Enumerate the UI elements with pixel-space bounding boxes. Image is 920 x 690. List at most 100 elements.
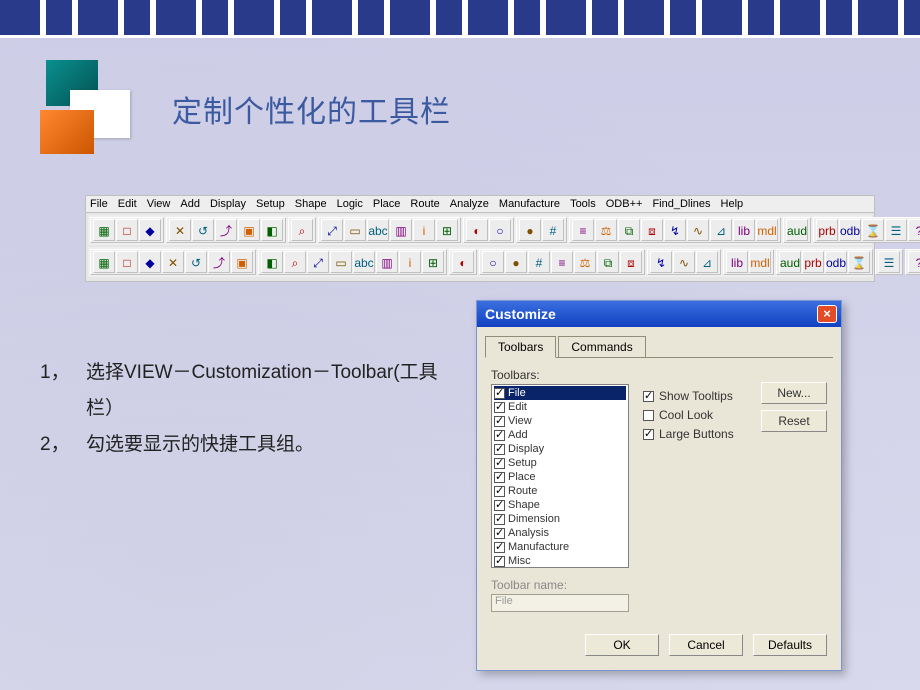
toolbar-list-item[interactable]: Manufacture — [494, 540, 626, 554]
toolbar-button[interactable]: ↯ — [664, 219, 686, 241]
toolbar-button[interactable]: ▭ — [344, 219, 366, 241]
toolbar-name-input[interactable]: File — [491, 594, 629, 612]
dialog-titlebar[interactable]: Customize × — [477, 301, 841, 327]
toolbar-button[interactable]: ⌕ — [291, 219, 313, 241]
checkbox-icon[interactable] — [494, 416, 505, 427]
tab-commands[interactable]: Commands — [558, 336, 645, 358]
menu-manufacture[interactable]: Manufacture — [499, 198, 560, 210]
checkbox-icon[interactable] — [643, 410, 654, 421]
toolbar-button[interactable]: ▦ — [93, 219, 115, 241]
toolbar-button[interactable]: ↺ — [192, 219, 214, 241]
toolbar-button[interactable]: ◧ — [261, 251, 283, 273]
toolbar-list-item[interactable]: Place — [494, 470, 626, 484]
opt-cool-look[interactable]: Cool Look — [643, 408, 743, 422]
toolbar-button[interactable]: ○ — [482, 251, 504, 273]
toolbar-button[interactable]: abc — [353, 251, 375, 273]
checkbox-icon[interactable] — [494, 528, 505, 539]
menu-place[interactable]: Place — [373, 198, 401, 210]
toolbar-button[interactable]: ▦ — [93, 251, 115, 273]
menu-analyze[interactable]: Analyze — [450, 198, 489, 210]
checkbox-icon[interactable] — [494, 472, 505, 483]
toolbar-list-item[interactable]: Shape — [494, 498, 626, 512]
toolbar-button[interactable]: odb — [825, 251, 847, 273]
toolbar-button[interactable]: ⤢ — [307, 251, 329, 273]
toolbar-button[interactable]: ▥ — [376, 251, 398, 273]
checkbox-icon[interactable] — [494, 388, 505, 399]
toolbar-list-item[interactable]: File — [494, 386, 626, 400]
toolbar-button[interactable]: aud — [779, 251, 801, 273]
checkbox-icon[interactable] — [494, 556, 505, 567]
toolbar-list-item[interactable]: Display — [494, 442, 626, 456]
toolbar-button[interactable]: i — [399, 251, 421, 273]
menu-shape[interactable]: Shape — [295, 198, 327, 210]
toolbar-button[interactable]: ◆ — [139, 219, 161, 241]
opt-large-buttons[interactable]: Large Buttons — [643, 427, 743, 441]
ok-button[interactable]: OK — [585, 634, 659, 656]
toolbars-listbox[interactable]: FileEditViewAddDisplaySetupPlaceRouteSha… — [491, 384, 629, 568]
toolbar-button[interactable]: ▥ — [390, 219, 412, 241]
checkbox-icon[interactable] — [494, 402, 505, 413]
toolbar-button[interactable]: ? — [908, 251, 920, 273]
toolbar-button[interactable]: lib — [726, 251, 748, 273]
toolbar-button[interactable]: ≡ — [551, 251, 573, 273]
toolbar-button[interactable]: ☰ — [885, 219, 907, 241]
toolbar-button[interactable]: ▣ — [231, 251, 253, 273]
menu-logic[interactable]: Logic — [337, 198, 363, 210]
reset-button[interactable]: Reset — [761, 410, 827, 432]
toolbar-list-item[interactable]: Setup — [494, 456, 626, 470]
menu-file[interactable]: File — [90, 198, 108, 210]
toolbar-button[interactable]: ⊿ — [696, 251, 718, 273]
checkbox-icon[interactable] — [643, 429, 654, 440]
toolbar-button[interactable]: ⤢ — [321, 219, 343, 241]
toolbar-button[interactable]: prb — [802, 251, 824, 273]
toolbar-button[interactable]: lib — [733, 219, 755, 241]
toolbar-button[interactable]: ● — [505, 251, 527, 273]
toolbar-button[interactable]: ∿ — [687, 219, 709, 241]
toolbar-button[interactable]: i — [413, 219, 435, 241]
menu-setup[interactable]: Setup — [256, 198, 285, 210]
toolbar-button[interactable]: ⊞ — [436, 219, 458, 241]
toolbar-button[interactable]: ↯ — [650, 251, 672, 273]
toolbar-button[interactable]: □ — [116, 219, 138, 241]
toolbar-button[interactable]: ✕ — [169, 219, 191, 241]
checkbox-icon[interactable] — [494, 486, 505, 497]
toolbar-button[interactable]: ⊿ — [710, 219, 732, 241]
toolbar-button[interactable]: ● — [519, 219, 541, 241]
toolbar-button[interactable]: mdl — [756, 219, 778, 241]
toolbar-button[interactable]: aud — [786, 219, 808, 241]
menu-edit[interactable]: Edit — [118, 198, 137, 210]
toolbar-button[interactable]: ⌕ — [284, 251, 306, 273]
toolbar-button[interactable]: # — [542, 219, 564, 241]
toolbar-button[interactable]: ⚖ — [595, 219, 617, 241]
checkbox-icon[interactable] — [494, 514, 505, 525]
toolbar-button[interactable]: ⤴ — [215, 219, 237, 241]
checkbox-icon[interactable] — [643, 391, 654, 402]
toolbar-list-item[interactable]: Misc — [494, 554, 626, 568]
toolbar-button[interactable]: # — [528, 251, 550, 273]
checkbox-icon[interactable] — [494, 444, 505, 455]
toolbar-button[interactable]: ⧉ — [597, 251, 619, 273]
toolbar-button[interactable]: ⌛ — [848, 251, 870, 273]
tab-toolbars[interactable]: Toolbars — [485, 336, 556, 358]
close-icon[interactable]: × — [817, 305, 837, 323]
defaults-button[interactable]: Defaults — [753, 634, 827, 656]
toolbar-list-item[interactable]: View — [494, 414, 626, 428]
menu-tools[interactable]: Tools — [570, 198, 596, 210]
checkbox-icon[interactable] — [494, 542, 505, 553]
toolbar-button[interactable]: ▭ — [330, 251, 352, 273]
menu-display[interactable]: Display — [210, 198, 246, 210]
menu-route[interactable]: Route — [410, 198, 439, 210]
menu-find_dlines[interactable]: Find_Dlines — [652, 198, 710, 210]
toolbar-button[interactable]: ☰ — [878, 251, 900, 273]
toolbar-list-item[interactable]: Add — [494, 428, 626, 442]
menu-view[interactable]: View — [147, 198, 171, 210]
toolbar-button[interactable]: odb — [839, 219, 861, 241]
toolbar-button[interactable]: ▣ — [238, 219, 260, 241]
toolbar-button[interactable]: ≡ — [572, 219, 594, 241]
menu-add[interactable]: Add — [180, 198, 200, 210]
toolbar-list-item[interactable]: Edit — [494, 400, 626, 414]
toolbar-button[interactable]: ✕ — [162, 251, 184, 273]
checkbox-icon[interactable] — [494, 500, 505, 511]
toolbar-button[interactable]: ○ — [489, 219, 511, 241]
toolbar-button[interactable]: abc — [367, 219, 389, 241]
